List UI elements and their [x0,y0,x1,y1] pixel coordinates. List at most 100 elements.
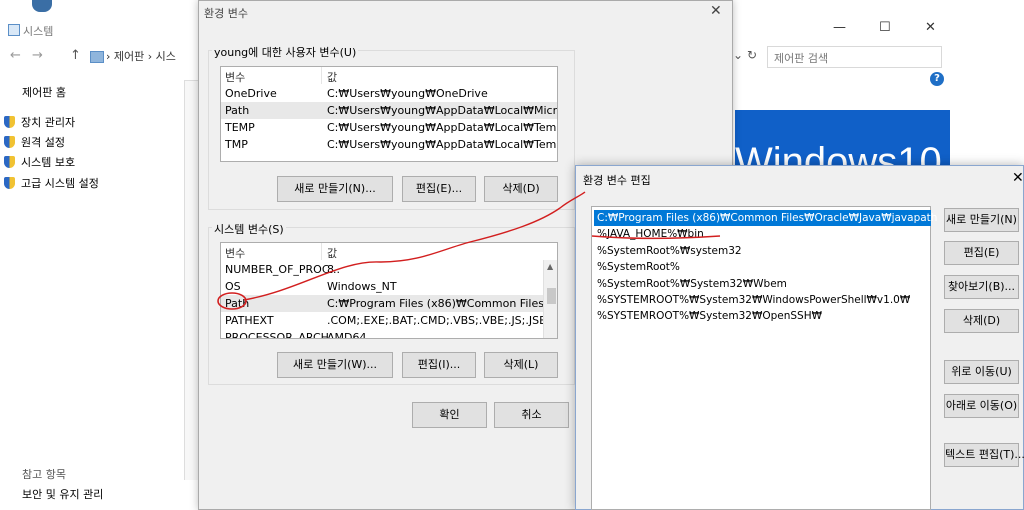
edit-browse-button[interactable]: 찾아보기(B)... [944,275,1019,299]
edit-dialog-title: 환경 변수 편집 [583,174,651,187]
list-item[interactable]: %SYSTEMROOT%₩System32₩WindowsPowerShell₩… [594,292,931,308]
path-entries-list[interactable]: C:₩Program Files (x86)₩Common Files₩Orac… [591,206,937,510]
system-variables-list[interactable]: 변수 값 NUMBER_OF_PROC... 8 OS Windows_NT Pat… [220,242,558,339]
address-dropdown-icon[interactable]: ⌄ [733,48,743,62]
var-value: 8 [327,263,334,276]
link-label: 고급 시스템 설정 [21,177,99,190]
env-dialog-close-button[interactable]: ✕ [710,3,722,19]
system-window-title: 시스템 [8,23,53,39]
table-row[interactable]: PROCESSOR_ARCH... AMD64 [221,329,557,339]
system-delete-button[interactable]: 삭제(L) [484,352,558,378]
list-item[interactable]: %SystemRoot%₩system32 [594,243,931,259]
shield-icon [4,156,15,168]
edit-dialog-close-button[interactable]: ✕ [1012,170,1024,186]
var-value: .COM;.EXE;.BAT;.CMD;.VBS;.VBE;.JS;.JSE;.… [327,314,557,327]
search-input[interactable]: 제어판 검색 [767,46,942,68]
var-name: PATHEXT [225,314,274,327]
var-name: TEMP [225,121,255,134]
var-value: Windows_NT [327,280,397,293]
edit-edit-button[interactable]: 편집(E) [944,241,1019,265]
column-header-name[interactable]: 변수 [225,69,245,85]
list-item[interactable]: %JAVA_HOME%₩bin [594,226,931,242]
var-value: C:₩Users₩young₩AppData₩Local₩Temp [327,121,558,134]
link-label: 원격 설정 [21,136,65,149]
link-label: 장치 관리자 [21,116,76,129]
var-name: Path [225,104,250,117]
user-edit-button[interactable]: 편집(E)... [402,176,476,202]
minimize-button[interactable]: — [833,20,846,35]
user-variables-label: young에 대한 사용자 변수(U) [212,44,359,60]
var-value: C:₩Program Files (x86)₩Common Files₩Orac… [327,297,557,310]
shield-icon [4,136,15,148]
edit-new-button[interactable]: 새로 만들기(N) [944,208,1019,232]
column-header-value[interactable]: 값 [327,245,337,261]
remote-settings-link[interactable]: 원격 설정 [4,134,65,150]
list-header: 변수 값 [221,243,557,260]
see-also-heading: 참고 항목 [22,468,66,481]
security-maintenance-link[interactable]: 보안 및 유지 관리 [22,486,103,502]
column-header-value[interactable]: 값 [327,69,337,85]
table-row[interactable]: OS Windows_NT [221,278,557,295]
table-row[interactable]: TEMP C:₩Users₩young₩AppData₩Local₩Temp [221,119,557,136]
system-new-button[interactable]: 새로 만들기(W)... [277,352,393,378]
shield-icon [4,177,15,189]
edit-text-button[interactable]: 텍스트 편집(T)... [944,443,1024,467]
table-row[interactable]: PATHEXT .COM;.EXE;.BAT;.CMD;.VBS;.VBE;.JS… [221,312,557,329]
system-edit-button[interactable]: 편집(I)... [402,352,476,378]
var-name: NUMBER_OF_PROC... [225,263,341,276]
var-name: PROCESSOR_ARCH... [225,331,340,339]
control-panel-icon [90,51,104,63]
scroll-thumb[interactable] [547,288,556,304]
table-row[interactable]: OneDrive C:₩Users₩young₩OneDrive [221,85,557,102]
var-value: C:₩Users₩young₩OneDrive [327,87,488,100]
user-delete-button[interactable]: 삭제(D) [484,176,558,202]
shield-icon [4,116,15,128]
refresh-icon[interactable]: ↻ [747,48,757,62]
list-item[interactable]: C:₩Program Files (x86)₩Common Files₩Orac… [594,210,937,226]
var-name: TMP [225,138,248,151]
background-panel-edge [184,80,198,480]
ok-button[interactable]: 확인 [412,402,487,428]
var-name: Path [225,297,250,310]
list-item[interactable]: %SystemRoot% [594,259,931,275]
column-divider[interactable] [321,67,322,84]
var-name: OS [225,280,241,293]
link-label: 시스템 보호 [21,156,76,169]
user-new-button[interactable]: 새로 만들기(N)... [277,176,393,202]
list-item[interactable]: %SYSTEMROOT%₩System32₩OpenSSH₩ [594,308,931,324]
move-up-button[interactable]: 위로 이동(U) [944,360,1019,384]
scroll-up-icon[interactable]: ▲ [547,262,553,271]
maximize-button[interactable]: ☐ [879,20,891,35]
forward-arrow-icon[interactable]: → [32,48,43,63]
table-row[interactable]: NUMBER_OF_PROC... 8 [221,261,557,278]
device-manager-link[interactable]: 장치 관리자 [4,114,75,130]
back-arrow-icon[interactable]: ← [10,48,21,63]
system-window-title-text: 시스템 [23,25,54,38]
control-panel-home-link[interactable]: 제어판 홈 [22,84,66,100]
edit-delete-button[interactable]: 삭제(D) [944,309,1019,333]
system-protection-link[interactable]: 시스템 보호 [4,154,75,170]
help-icon[interactable]: ? [930,72,944,86]
list-item[interactable]: %SystemRoot%₩System32₩Wbem [594,276,931,292]
column-header-name[interactable]: 변수 [225,245,245,261]
var-value: C:₩Users₩young₩AppData₩Local₩Temp [327,138,558,151]
breadcrumb: › 제어판 › 시스 [106,50,176,63]
table-row[interactable]: TMP C:₩Users₩young₩AppData₩Local₩Temp [221,136,557,153]
taskbar-app-icon [32,0,52,12]
list-header: 변수 값 [221,67,557,84]
list-scrollbar[interactable]: ▲ [543,260,557,338]
cancel-button[interactable]: 취소 [494,402,569,428]
up-arrow-icon[interactable]: ↑ [70,48,81,63]
system-variables-label: 시스템 변수(S) [212,221,286,237]
table-row[interactable]: Path C:₩Users₩young₩AppData₩Local₩Microso… [221,102,557,119]
env-dialog-title: 환경 변수 [204,7,248,20]
table-row[interactable]: Path C:₩Program Files (x86)₩Common Files₩… [221,295,557,312]
var-value: C:₩Users₩young₩AppData₩Local₩Microsoft..… [327,104,557,117]
advanced-system-settings-link[interactable]: 고급 시스템 설정 [4,175,99,191]
close-button[interactable]: ✕ [925,20,936,35]
move-down-button[interactable]: 아래로 이동(O) [944,394,1019,418]
user-variables-list[interactable]: 변수 값 OneDrive C:₩Users₩young₩OneDrive Pat… [220,66,558,162]
address-bar[interactable]: › 제어판 › 시스 [90,46,200,68]
system-window-icon [8,24,20,36]
column-divider[interactable] [321,243,322,260]
